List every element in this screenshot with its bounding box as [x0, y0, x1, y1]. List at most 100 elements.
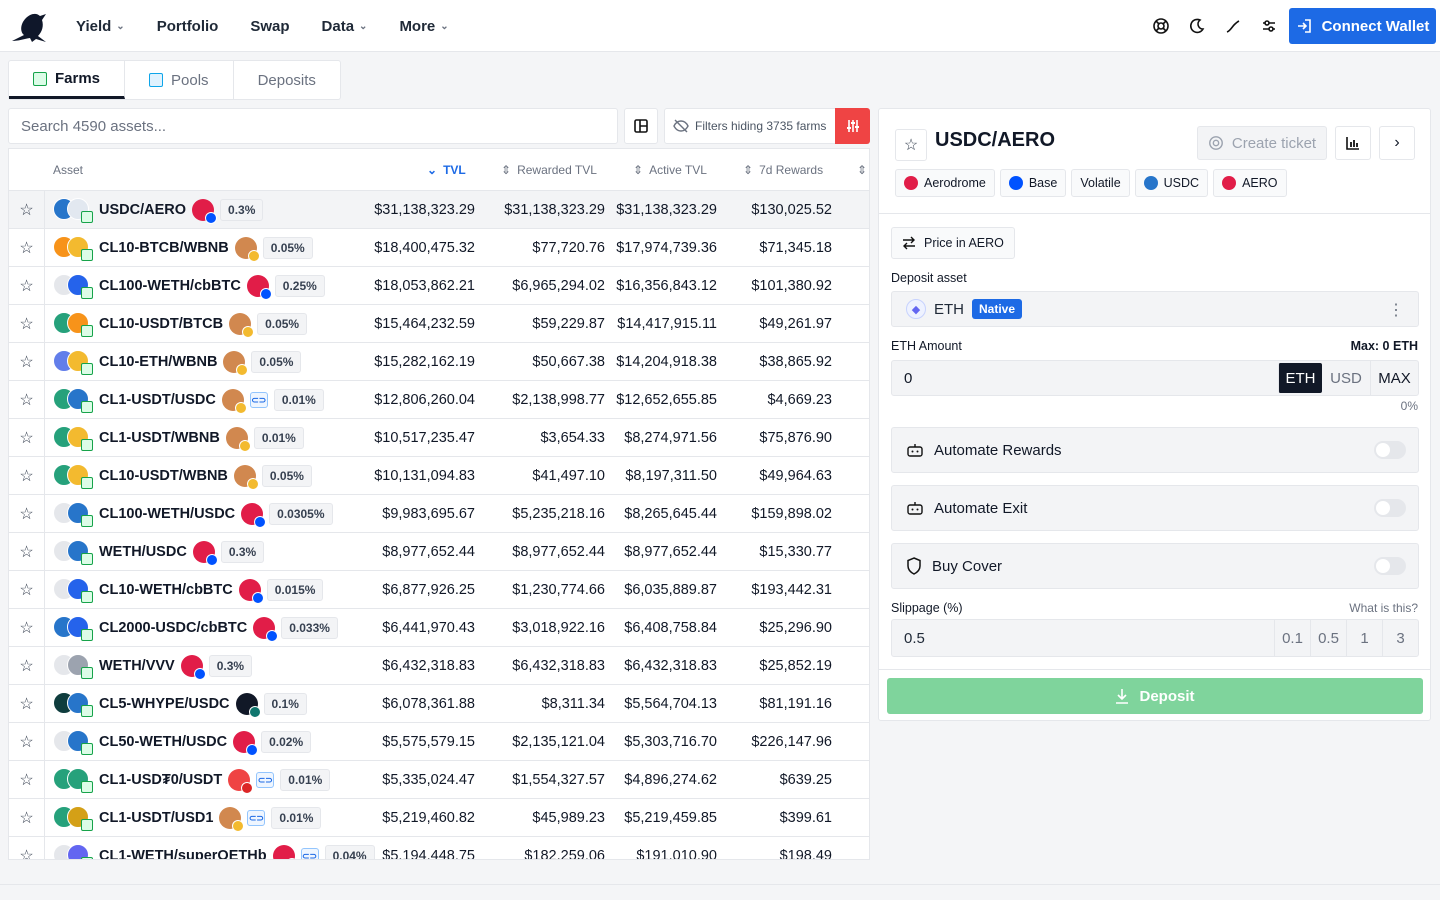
- favorite-star-icon[interactable]: ☆: [9, 533, 45, 571]
- automate-rewards-switch[interactable]: [1374, 441, 1406, 459]
- asset-cell[interactable]: USDC/AERO 0.3%: [99, 191, 264, 229]
- favorite-star-icon[interactable]: ☆: [9, 723, 45, 761]
- asset-cell[interactable]: CL50-WETH/USDC 0.02%: [99, 723, 312, 761]
- nav-item-portfolio[interactable]: Portfolio: [141, 0, 235, 52]
- asset-cell[interactable]: CL10-USDT/BTCB 0.05%: [99, 305, 308, 343]
- buy-cover-row[interactable]: Buy Cover: [891, 543, 1419, 589]
- col-more-sort[interactable]: ⇕: [857, 149, 867, 191]
- tag-chip-aero[interactable]: AERO: [1213, 169, 1287, 197]
- nav-item-yield[interactable]: Yield ⌄: [60, 0, 141, 52]
- table-row[interactable]: ☆ WETH/USDC 0.3% $8,977,652.44 $8,977,65…: [9, 533, 869, 571]
- automate-rewards-row[interactable]: Automate Rewards: [891, 427, 1419, 473]
- slippage-option-1[interactable]: 1: [1346, 620, 1382, 656]
- favorite-star-icon[interactable]: ☆: [9, 381, 45, 419]
- table-row[interactable]: ☆ CL50-WETH/USDC 0.02% $5,575,579.15 $2,…: [9, 723, 869, 761]
- asset-cell[interactable]: CL1-WETH/superOETHb ⊂⊃ 0.04%: [99, 837, 375, 859]
- col-7d-rewards[interactable]: ⇕ 7d Rewards: [743, 149, 823, 191]
- table-row[interactable]: ☆ CL1-USDT/USD1 ⊂⊃ 0.01% $5,219,460.82 $…: [9, 799, 869, 837]
- filter-settings-button[interactable]: [835, 108, 870, 144]
- asset-cell[interactable]: CL1-USDT/WBNB 0.01%: [99, 419, 304, 457]
- favorite-star-icon[interactable]: ☆: [9, 761, 45, 799]
- favorite-star-icon[interactable]: ☆: [9, 495, 45, 533]
- chart-button[interactable]: [1335, 126, 1371, 160]
- favorite-star-icon[interactable]: ☆: [9, 229, 45, 267]
- chevron-right-icon[interactable]: ›: [1379, 126, 1415, 160]
- table-row[interactable]: ☆ CL10-ETH/WBNB 0.05% $15,282,162.19 $50…: [9, 343, 869, 381]
- slippage-value[interactable]: 0.5: [904, 620, 925, 656]
- table-row[interactable]: ☆ CL10-WETH/cbBTC 0.015% $6,877,926.25 $…: [9, 571, 869, 609]
- favorite-star-icon[interactable]: ☆: [9, 571, 45, 609]
- col-asset[interactable]: Asset: [53, 149, 83, 191]
- col-tvl[interactable]: ⌄ TVL: [427, 149, 466, 191]
- asset-cell[interactable]: CL100-WETH/USDC 0.0305%: [99, 495, 333, 533]
- buy-cover-switch[interactable]: [1374, 557, 1406, 575]
- columns-button[interactable]: [624, 108, 658, 144]
- favorite-star-icon[interactable]: ☆: [9, 267, 45, 305]
- automate-exit-row[interactable]: Automate Exit: [891, 485, 1419, 531]
- tag-chip-aerodrome[interactable]: Aerodrome: [895, 169, 995, 197]
- asset-cell[interactable]: CL1-USD₮0/USDT ⊂⊃ 0.01%: [99, 761, 331, 799]
- table-row[interactable]: ☆ CL100-WETH/USDC 0.0305% $9,983,695.67 …: [9, 495, 869, 533]
- favorite-star-icon[interactable]: ☆: [9, 343, 45, 381]
- amount-field[interactable]: 0 ETH USD MAX: [891, 360, 1419, 396]
- lifebuoy-icon[interactable]: [1150, 15, 1172, 37]
- favorite-star-icon[interactable]: ☆: [9, 647, 45, 685]
- tab-pools[interactable]: Pools: [125, 61, 234, 99]
- deposit-button[interactable]: Deposit: [887, 678, 1423, 714]
- col-active-tvl[interactable]: ⇕ Active TVL: [633, 149, 707, 191]
- table-row[interactable]: ☆ CL1-USDT/USDC ⊂⊃ 0.01% $12,806,260.04 …: [9, 381, 869, 419]
- bird-logo-icon[interactable]: [10, 8, 54, 44]
- price-in-toggle[interactable]: Price in AERO: [891, 227, 1015, 259]
- search-input[interactable]: [21, 117, 605, 135]
- moon-icon[interactable]: [1186, 15, 1208, 37]
- favorite-star-icon[interactable]: ☆: [9, 419, 45, 457]
- deposit-asset-select[interactable]: ◆ ETH Native ⋮: [891, 291, 1419, 327]
- connect-wallet-button[interactable]: Connect Wallet: [1289, 8, 1436, 44]
- table-row[interactable]: ☆ CL2000-USDC/cbBTC 0.033% $6,441,970.43…: [9, 609, 869, 647]
- slippage-help-link[interactable]: What is this?: [1349, 601, 1418, 615]
- unit-usd-button[interactable]: USD: [1322, 361, 1370, 395]
- max-button[interactable]: MAX: [1370, 361, 1418, 395]
- asset-cell[interactable]: CL1-USDT/USDC ⊂⊃ 0.01%: [99, 381, 324, 419]
- kebab-menu-icon[interactable]: ⋮: [1388, 300, 1404, 320]
- tag-chip-base[interactable]: Base: [999, 169, 1067, 197]
- table-row[interactable]: ☆ CL1-USDT/WBNB 0.01% $10,517,235.47 $3,…: [9, 419, 869, 457]
- asset-cell[interactable]: WETH/VVV 0.3%: [99, 647, 253, 685]
- tag-chip-volatile[interactable]: Volatile: [1071, 169, 1130, 197]
- favorite-star-icon[interactable]: ☆: [9, 799, 45, 837]
- table-row[interactable]: ☆ CL1-USD₮0/USDT ⊂⊃ 0.01% $5,335,024.47 …: [9, 761, 869, 799]
- asset-cell[interactable]: CL1-USDT/USD1 ⊂⊃ 0.01%: [99, 799, 322, 837]
- table-row[interactable]: ☆ CL10-USDT/WBNB 0.05% $10,131,094.83 $4…: [9, 457, 869, 495]
- favorite-star-icon[interactable]: ☆: [9, 837, 45, 859]
- favorite-star-icon[interactable]: ☆: [9, 609, 45, 647]
- asset-cell[interactable]: CL10-WETH/cbBTC 0.015%: [99, 571, 324, 609]
- filters-button[interactable]: Filters hiding 3735 farms: [664, 108, 836, 144]
- favorite-star-icon[interactable]: ☆: [9, 191, 45, 229]
- asset-cell[interactable]: CL5-WHYPE/USDC 0.1%: [99, 685, 307, 723]
- asset-cell[interactable]: CL2000-USDC/cbBTC 0.033%: [99, 609, 338, 647]
- favorite-star-icon[interactable]: ☆: [9, 685, 45, 723]
- favorite-star-icon[interactable]: ☆: [9, 457, 45, 495]
- table-row[interactable]: ☆ CL5-WHYPE/USDC 0.1% $6,078,361.88 $8,3…: [9, 685, 869, 723]
- settings-sliders-icon[interactable]: [1258, 15, 1280, 37]
- table-row[interactable]: ☆ CL1-WETH/superOETHb ⊂⊃ 0.04% $5,194,44…: [9, 837, 869, 859]
- favorite-star-icon[interactable]: ☆: [895, 129, 927, 161]
- nav-item-swap[interactable]: Swap: [234, 0, 305, 52]
- slippage-option-3[interactable]: 3: [1382, 620, 1418, 656]
- table-row[interactable]: ☆ WETH/VVV 0.3% $6,432,318.83 $6,432,318…: [9, 647, 869, 685]
- table-row[interactable]: ☆ USDC/AERO 0.3% $31,138,323.29 $31,138,…: [9, 191, 869, 229]
- asset-cell[interactable]: WETH/USDC 0.3%: [99, 533, 265, 571]
- table-row[interactable]: ☆ CL10-USDT/BTCB 0.05% $15,464,232.59 $5…: [9, 305, 869, 343]
- slippage-option-0-5[interactable]: 0.5: [1310, 620, 1346, 656]
- asset-cell[interactable]: CL10-BTCB/WBNB 0.05%: [99, 229, 313, 267]
- nav-item-data[interactable]: Data ⌄: [306, 0, 384, 52]
- tag-chip-usdc[interactable]: USDC: [1134, 169, 1209, 197]
- amount-value[interactable]: 0: [904, 361, 912, 395]
- table-row[interactable]: ☆ CL10-BTCB/WBNB 0.05% $18,400,475.32 $7…: [9, 229, 869, 267]
- tab-farms[interactable]: Farms: [9, 61, 126, 99]
- col-rewarded-tvl[interactable]: ⇕ Rewarded TVL: [501, 149, 597, 191]
- create-ticket-button[interactable]: Create ticket: [1197, 126, 1327, 160]
- favorite-star-icon[interactable]: ☆: [9, 305, 45, 343]
- asset-cell[interactable]: CL100-WETH/cbBTC 0.25%: [99, 267, 325, 305]
- unit-eth-button[interactable]: ETH: [1278, 363, 1322, 393]
